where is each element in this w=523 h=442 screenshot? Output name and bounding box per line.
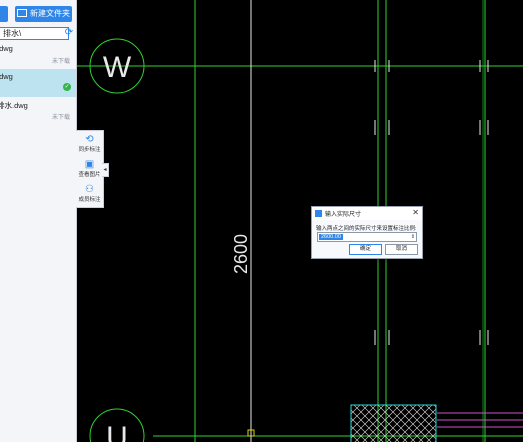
folder-icon <box>17 9 27 17</box>
check-icon: ✓ <box>63 83 71 91</box>
new-folder-button[interactable]: 新建文件夹 <box>15 6 72 22</box>
dimension-value: 2600.00 <box>319 234 343 240</box>
dialog-prompt: 输入两点之间的实际尺寸来设置标注比例: <box>316 226 417 232</box>
file-item-selected[interactable]: .dwg g ✓ <box>0 69 76 97</box>
dialog-title: 输入实际尺寸 <box>325 212 362 218</box>
back-button[interactable] <box>0 6 8 22</box>
axis-label-w: W <box>103 51 132 84</box>
file-name: 排水.dwg <box>0 101 28 110</box>
app-icon <box>315 210 322 217</box>
close-icon[interactable]: ✕ <box>412 208 419 217</box>
dimension-input[interactable]: 2600.00 ⇕ <box>317 232 417 242</box>
cad-drawing-canvas[interactable]: W U 2600 <box>77 0 523 442</box>
dialog-titlebar: 输入实际尺寸 ✕ <box>312 207 422 220</box>
file-sidebar: 新建文件夹 排水\ ⟳ .dwg g 未下载 .dwg g ✓ 排水.dwg g… <box>0 0 77 442</box>
file-item[interactable]: 排水.dwg g 未下载 <box>0 97 76 125</box>
hatched-structure <box>350 404 437 442</box>
file-name: .dwg <box>0 44 13 53</box>
cancel-button[interactable]: 取消 <box>385 244 418 255</box>
refresh-icon[interactable]: ⟳ <box>64 27 74 39</box>
path-input[interactable]: 排水\ <box>0 27 69 40</box>
input-dimension-dialog: 输入实际尺寸 ✕ 输入两点之间的实际尺寸来设置标注比例: 2600.00 ⇕ 确… <box>311 206 423 259</box>
ok-button[interactable]: 确定 <box>349 244 382 255</box>
axis-label-u: U <box>106 421 128 442</box>
dimension-text: 2600 <box>231 234 251 274</box>
file-item[interactable]: .dwg g 未下载 <box>0 41 76 69</box>
download-status: 未下载 <box>51 59 70 65</box>
spinner-icon[interactable]: ⇕ <box>411 233 415 241</box>
new-folder-label: 新建文件夹 <box>30 9 70 18</box>
download-status: 未下载 <box>51 115 70 121</box>
file-name: .dwg <box>0 72 13 81</box>
